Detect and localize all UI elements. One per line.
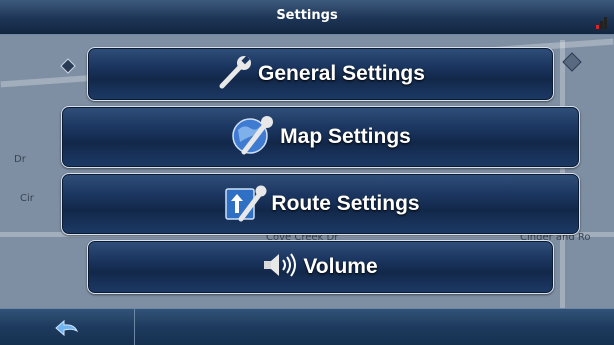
volume-button[interactable]: Volume <box>87 240 554 294</box>
route-settings-label: Route Settings <box>271 192 420 215</box>
general-settings-label: General Settings <box>258 62 425 85</box>
volume-label: Volume <box>303 255 378 278</box>
back-button[interactable] <box>0 309 135 345</box>
back-arrow-icon <box>55 319 79 336</box>
speaker-icon <box>263 252 299 282</box>
map-marker-icon <box>60 58 76 74</box>
page-title: Settings <box>276 8 338 23</box>
signal-strength-icon <box>596 17 608 29</box>
map-settings-label: Map Settings <box>280 125 411 148</box>
map-settings-button[interactable]: Map Settings <box>61 106 580 168</box>
map-label: Cir <box>20 193 34 204</box>
globe-wrench-icon <box>230 112 276 162</box>
general-settings-button[interactable]: General Settings <box>87 47 554 101</box>
route-settings-button[interactable]: Route Settings <box>61 173 580 235</box>
wrench-icon <box>216 53 254 95</box>
settings-screen: Dr Cir Cove Creek Dr Cinder and Ro Setti… <box>0 0 614 345</box>
bottom-bar <box>0 308 614 345</box>
route-sign-wrench-icon <box>221 179 267 229</box>
title-bar: Settings <box>0 0 614 35</box>
map-marker-icon <box>562 52 582 72</box>
map-label: Dr <box>14 154 26 165</box>
